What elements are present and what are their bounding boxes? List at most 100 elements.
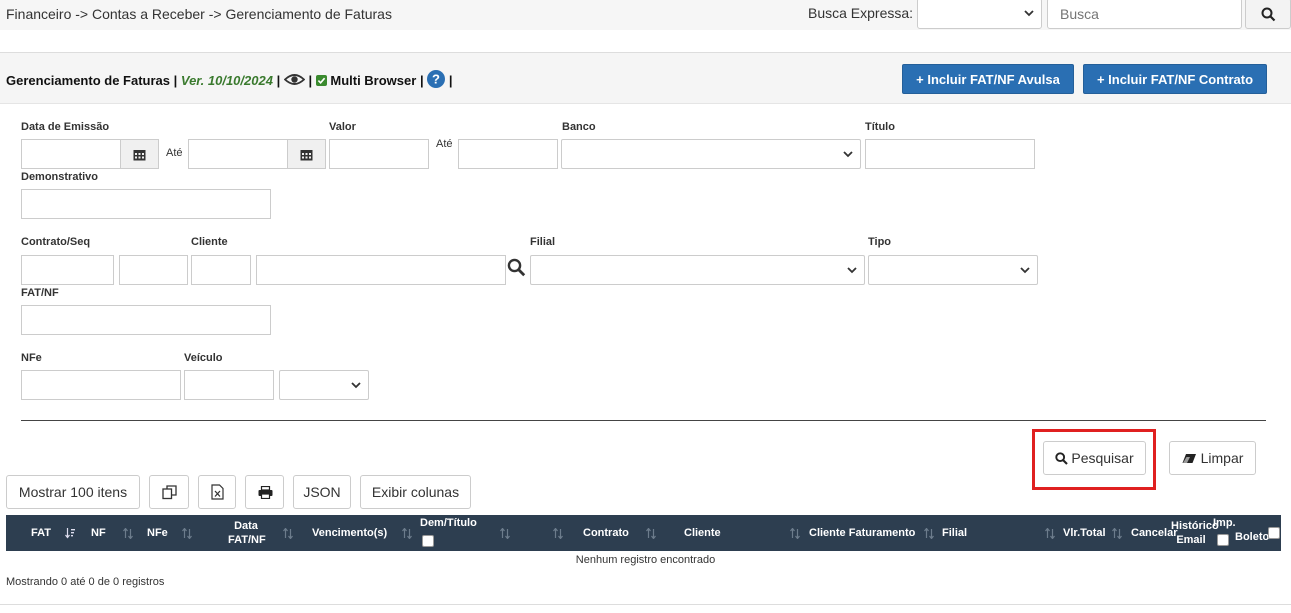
col-boleto[interactable]: Boleto bbox=[1235, 531, 1269, 543]
incluir-fat-contrato-button[interactable]: + Incluir FAT/NF Contrato bbox=[1083, 64, 1267, 94]
excel-button[interactable] bbox=[198, 475, 236, 509]
filial-select[interactable] bbox=[530, 255, 865, 285]
col-historico-line2: Email bbox=[1176, 534, 1206, 546]
busca-input[interactable] bbox=[1047, 0, 1242, 29]
sort-icon[interactable] bbox=[790, 528, 800, 539]
empty-table-message: Nenhum registro encontrado bbox=[575, 554, 716, 566]
sort-icon[interactable] bbox=[1112, 528, 1122, 539]
tipo-select[interactable] bbox=[868, 255, 1038, 285]
limpar-button[interactable]: Limpar bbox=[1169, 441, 1256, 475]
col-data-fat-nf[interactable]: Data FAT/NF bbox=[228, 519, 266, 547]
boleto-checkbox[interactable] bbox=[1268, 527, 1280, 539]
titulo-label: Título bbox=[865, 121, 895, 133]
multi-browser-label: Multi Browser bbox=[330, 73, 417, 88]
banco-label: Banco bbox=[562, 121, 596, 133]
separator: | bbox=[448, 73, 453, 88]
sort-icon[interactable] bbox=[402, 528, 412, 539]
contrato-seq-label: Contrato/Seq bbox=[21, 236, 91, 248]
copy-icon bbox=[162, 485, 177, 500]
col-cliente-faturamento[interactable]: Cliente Faturamento bbox=[809, 527, 915, 539]
col-fat[interactable]: FAT bbox=[31, 527, 51, 539]
veiculo-input[interactable] bbox=[184, 370, 274, 400]
mostrar-itens-button[interactable]: Mostrar 100 itens bbox=[6, 475, 140, 509]
valor-from-input[interactable] bbox=[329, 139, 429, 169]
checkbox-checked-icon[interactable] bbox=[315, 75, 327, 86]
help-icon[interactable]: ? bbox=[427, 70, 446, 88]
separator: | bbox=[308, 73, 313, 88]
data-emissao-to-input[interactable] bbox=[188, 139, 288, 169]
sort-icon[interactable] bbox=[646, 528, 656, 539]
calendar-icon bbox=[133, 150, 146, 161]
sort-icon[interactable] bbox=[123, 528, 133, 539]
banco-select[interactable] bbox=[561, 139, 861, 169]
sort-icon[interactable] bbox=[1045, 528, 1055, 539]
valor-to-input[interactable] bbox=[458, 139, 558, 169]
nfe-input[interactable] bbox=[21, 370, 181, 400]
separator: | bbox=[173, 73, 178, 88]
print-icon bbox=[258, 486, 273, 499]
svg-text:?: ? bbox=[432, 72, 440, 87]
busca-search-button[interactable] bbox=[1245, 0, 1291, 29]
sort-icon[interactable] bbox=[500, 528, 510, 539]
separator: | bbox=[419, 73, 424, 88]
sort-icon[interactable] bbox=[924, 528, 934, 539]
chevron-down-icon bbox=[1020, 267, 1030, 274]
col-nfe[interactable]: NFe bbox=[147, 527, 168, 539]
col-vencimentos[interactable]: Vencimento(s) bbox=[312, 527, 387, 539]
incluir-fat-avulsa-button[interactable]: + Incluir FAT/NF Avulsa bbox=[902, 64, 1074, 94]
fat-nf-input[interactable] bbox=[21, 305, 271, 335]
separator: | bbox=[276, 73, 281, 88]
contrato-input[interactable] bbox=[21, 255, 114, 285]
demonstrativo-input[interactable] bbox=[21, 189, 271, 219]
sort-icon[interactable] bbox=[553, 528, 563, 539]
search-icon[interactable] bbox=[507, 258, 526, 277]
col-filial[interactable]: Filial bbox=[942, 527, 967, 539]
busca-expressa-select[interactable] bbox=[917, 0, 1042, 29]
page-title-row: Gerenciamento de Faturas | Ver. 10/10/20… bbox=[6, 70, 452, 88]
col-historico-line1: Histórico bbox=[1171, 520, 1219, 532]
tipo-label: Tipo bbox=[868, 236, 892, 248]
col-imp[interactable]: Imp. bbox=[1213, 517, 1236, 529]
sort-desc-icon[interactable] bbox=[65, 528, 75, 539]
col-vlr-total[interactable]: Vlr.Total bbox=[1063, 527, 1106, 539]
data-emissao-from-input[interactable] bbox=[21, 139, 121, 169]
cliente-label: Cliente bbox=[191, 236, 228, 248]
ate-label: Até bbox=[166, 147, 183, 159]
calendar-icon bbox=[300, 150, 313, 161]
busca-expressa-label: Busca Expressa: bbox=[808, 5, 914, 21]
col-cliente[interactable]: Cliente bbox=[684, 527, 721, 539]
page-header: Gerenciamento de Faturas | Ver. 10/10/20… bbox=[0, 52, 1291, 104]
version-text: Ver. 10/10/2024 bbox=[180, 73, 273, 88]
table-info: Mostrando 0 até 0 de 0 registros bbox=[6, 576, 165, 588]
highlight-box bbox=[1032, 429, 1156, 490]
ate-label: Até bbox=[436, 138, 453, 150]
eye-icon[interactable] bbox=[283, 73, 306, 86]
sort-icon[interactable] bbox=[182, 528, 192, 539]
divider bbox=[0, 604, 1291, 605]
valor-label: Valor bbox=[329, 121, 356, 133]
sort-icon[interactable] bbox=[283, 528, 293, 539]
chevron-down-icon bbox=[351, 382, 361, 389]
seq-input[interactable] bbox=[119, 255, 188, 285]
imp-checkbox[interactable] bbox=[1217, 534, 1229, 546]
data-emissao-label: Data de Emissão bbox=[21, 121, 110, 133]
veiculo-select[interactable] bbox=[279, 370, 369, 400]
titulo-input[interactable] bbox=[865, 139, 1035, 169]
print-button[interactable] bbox=[245, 475, 284, 509]
chevron-down-icon bbox=[1024, 10, 1034, 17]
calendar-button[interactable] bbox=[287, 139, 326, 169]
col-data-fat-nf-line1: Data bbox=[234, 520, 258, 532]
col-historico-email[interactable]: Histórico Email bbox=[1171, 519, 1219, 547]
copy-button[interactable] bbox=[149, 475, 189, 509]
chevron-down-icon bbox=[843, 151, 853, 158]
col-nf[interactable]: NF bbox=[91, 527, 106, 539]
dem-titulo-checkbox[interactable] bbox=[422, 535, 434, 547]
col-contrato[interactable]: Contrato bbox=[583, 527, 629, 539]
col-dem-titulo[interactable]: Dem/Título bbox=[420, 517, 477, 529]
veiculo-label: Veículo bbox=[184, 352, 223, 364]
calendar-button[interactable] bbox=[120, 139, 159, 169]
cliente-code-input[interactable] bbox=[191, 255, 251, 285]
exibir-colunas-button[interactable]: Exibir colunas bbox=[360, 475, 471, 509]
cliente-name-input[interactable] bbox=[256, 255, 506, 285]
json-button[interactable]: JSON bbox=[293, 475, 351, 509]
